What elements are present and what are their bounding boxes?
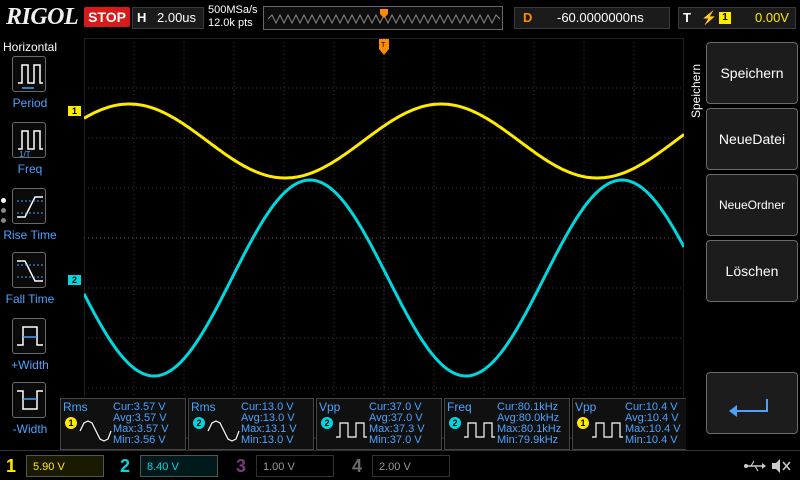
svg-text:T: T: [381, 42, 386, 49]
right-menu-title: Speichern: [689, 63, 703, 119]
menu-label-negative-width: -Width: [12, 422, 48, 436]
delete-button[interactable]: Löschen: [706, 240, 798, 302]
measurement-vpp-ch1[interactable]: Vpp 1 Cur:10.4 V Avg:10.4 V Max:10.4 V Min:10…: [572, 398, 698, 450]
usb-icon: [744, 460, 766, 472]
measurement-freq-ch2[interactable]: Freq 2 Cur:80.1kHz Avg:80.0kHz Max:80.1kHz Mi…: [444, 398, 570, 450]
positive-width-icon: [12, 318, 46, 354]
measurement-channel-badge: 1: [577, 417, 589, 429]
status-icons: [700, 455, 796, 477]
left-softkey-menu: Horizontal Period 1/T Freq Rise Time Fal…: [0, 38, 60, 450]
trigger-display[interactable]: T ⚡ 1 0.00V: [678, 7, 796, 29]
channel-3-status[interactable]: 3 1.00 V: [236, 455, 346, 477]
run-stop-indicator[interactable]: STOP: [84, 7, 130, 27]
timebase-display[interactable]: H 2.00us: [132, 7, 204, 29]
channel-status-bar: 1 5.90 V 2 8.40 V 3 1.00 V 4 2.00 V: [0, 450, 800, 480]
menu-label-rise-time: Rise Time: [3, 228, 57, 242]
channel-2-offset-marker[interactable]: 2: [68, 275, 81, 285]
trigger-position-marker-icon: T: [379, 39, 389, 57]
negative-width-icon: [12, 382, 46, 418]
left-menu-title: Horizontal: [2, 40, 58, 54]
channel-4-number: 4: [352, 456, 363, 476]
measurement-channel-badge: 2: [449, 417, 461, 429]
fall-time-icon: [12, 252, 46, 288]
measurement-min: Min:37.0 V: [369, 434, 422, 446]
menu-item-negative-width[interactable]: -Width: [0, 382, 60, 444]
waveform-canvas: [84, 38, 684, 450]
menu-item-period[interactable]: Period: [0, 56, 60, 118]
svg-text:1/T: 1/T: [19, 150, 31, 159]
measurement-min: Min:10.4 V: [625, 434, 678, 446]
new-file-button[interactable]: NeueDatei: [706, 108, 798, 170]
channel-1-scale: 5.90 V: [26, 455, 104, 477]
measurement-vpp-ch2[interactable]: Vpp 2 Cur:37.0 V Avg:37.0 V Max:37.3 V Min:37…: [316, 398, 442, 450]
delay-display[interactable]: D -60.0000000ns: [514, 7, 670, 29]
save-button[interactable]: Speichern: [706, 42, 798, 104]
menu-label-period: Period: [12, 96, 48, 110]
trigger-edge-icon: ⚡: [701, 10, 718, 25]
frequency-measure-icon: 1/T: [12, 122, 46, 159]
menu-item-freq[interactable]: 1/T Freq: [0, 122, 60, 184]
measurement-name: Rms: [63, 400, 88, 414]
rise-time-icon: [12, 188, 46, 224]
delay-key: D: [523, 10, 533, 25]
measurement-channel-badge: 2: [193, 417, 205, 429]
timebase-value: 2.00us: [157, 10, 197, 25]
top-status-bar: RIGOL STOP H 2.00us 500MSa/s 12.0k pts D…: [0, 0, 800, 38]
measurement-rms-ch2[interactable]: Rms 2 Cur:13.0 V Avg:13.0 V Max:13.1 V Min:13…: [188, 398, 314, 450]
measurement-rms-ch1[interactable]: Rms 1 Cur:3.57 V Avg:3.57 V Max:3.57 V Min:3.…: [60, 398, 186, 450]
measurement-name: Rms: [191, 400, 216, 414]
period-measure-icon: [12, 56, 46, 92]
measurement-min: Min:79.9kHz: [497, 434, 559, 446]
measurement-name: Vpp: [575, 400, 597, 414]
channel-2-number: 2: [120, 456, 131, 476]
channel-3-number: 3: [236, 456, 247, 476]
channel-1-status[interactable]: 1 5.90 V: [6, 455, 116, 477]
menu-label-fall-time: Fall Time: [5, 292, 55, 306]
acquisition-info: 500MSa/s 12.0k pts: [208, 4, 258, 30]
measurement-min: Min:3.56 V: [113, 434, 166, 446]
enter-arrow-icon: [729, 399, 768, 417]
enter-button[interactable]: [706, 372, 798, 434]
measurement-type-icon: [79, 420, 112, 442]
menu-item-positive-width[interactable]: +Width: [0, 318, 60, 380]
menu-label-positive-width: +Width: [11, 358, 49, 372]
memory-depth: 12.0k pts: [208, 17, 253, 29]
measurement-type-icon: [464, 422, 495, 438]
menu-item-fall-time[interactable]: Fall Time: [0, 252, 60, 314]
mute-speaker-icon: [772, 459, 791, 473]
memory-waveform-icon: [267, 9, 501, 25]
timebase-key: H: [137, 10, 147, 25]
memory-overview: [263, 6, 503, 30]
sample-rate: 500MSa/s: [208, 4, 258, 16]
waveform-display[interactable]: [84, 38, 684, 450]
channel-1-offset-marker[interactable]: 1: [68, 106, 81, 116]
channel-2-scale: 8.40 V: [140, 455, 218, 477]
measurement-type-icon: [336, 422, 367, 438]
measurement-type-icon: [592, 422, 623, 438]
channel-1-number: 1: [6, 456, 17, 476]
channel-4-status[interactable]: 4 2.00 V: [352, 455, 462, 477]
measurement-name: Freq: [447, 400, 472, 414]
measurement-channel-badge: 1: [65, 417, 77, 429]
menu-label-freq: Freq: [17, 162, 43, 176]
right-softkey-menu: Speichern Speichern NeueDatei NeueOrdner…: [686, 38, 800, 450]
menu-item-rise-time[interactable]: Rise Time: [0, 188, 60, 250]
measurement-name: Vpp: [319, 400, 341, 414]
new-folder-button[interactable]: NeueOrdner: [706, 174, 798, 236]
measurement-channel-badge: 2: [321, 417, 333, 429]
delay-value: -60.0000000ns: [557, 10, 644, 25]
trigger-source-badge: 1: [719, 12, 731, 24]
channel-3-scale: 1.00 V: [256, 455, 334, 477]
trigger-key: T: [683, 10, 691, 25]
channel-4-scale: 2.00 V: [372, 455, 450, 477]
measurement-type-icon: [207, 420, 240, 442]
rigol-logo: RIGOL: [6, 4, 79, 30]
trigger-level: 0.00V: [755, 10, 789, 25]
measurement-min: Min:13.0 V: [241, 434, 294, 446]
channel-2-status[interactable]: 2 8.40 V: [120, 455, 230, 477]
